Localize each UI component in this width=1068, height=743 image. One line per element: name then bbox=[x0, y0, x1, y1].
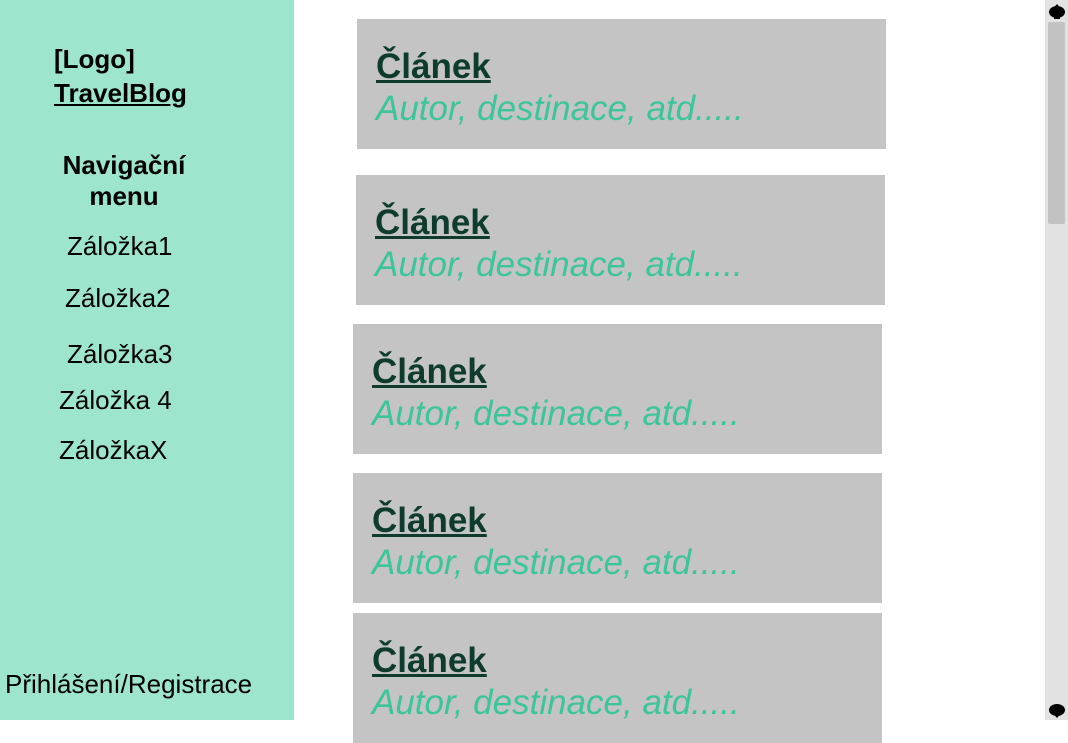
article-meta: Autor, destinace, atd..... bbox=[372, 543, 740, 582]
article-meta: Autor, destinace, atd..... bbox=[372, 683, 740, 722]
article-card[interactable]: Článek Autor, destinace, atd..... bbox=[353, 613, 882, 743]
article-card[interactable]: Článek Autor, destinace, atd..... bbox=[357, 19, 886, 149]
article-title-link[interactable]: Článek bbox=[376, 46, 491, 88]
sidebar: [Logo] TravelBlog Navigační menu Záložka… bbox=[0, 0, 294, 720]
article-title-link[interactable]: Článek bbox=[372, 500, 487, 542]
scrollbar-thumb[interactable] bbox=[1048, 22, 1065, 224]
nav-item-x[interactable]: ZáložkaX bbox=[59, 435, 167, 465]
nav-item-4[interactable]: Záložka 4 bbox=[59, 385, 172, 415]
scroll-down-arrow-icon[interactable] bbox=[1045, 700, 1068, 722]
article-title-link[interactable]: Článek bbox=[372, 351, 487, 393]
nav-item-3[interactable]: Záložka3 bbox=[67, 339, 173, 369]
logo-placeholder: [Logo] bbox=[54, 44, 135, 74]
article-card[interactable]: Článek Autor, destinace, atd..... bbox=[353, 473, 882, 603]
nav-item-1[interactable]: Záložka1 bbox=[67, 231, 173, 261]
article-meta: Autor, destinace, atd..... bbox=[372, 394, 740, 433]
article-card[interactable]: Článek Autor, destinace, atd..... bbox=[356, 175, 885, 305]
article-meta: Autor, destinace, atd..... bbox=[376, 89, 744, 128]
nav-item-2[interactable]: Záložka2 bbox=[65, 283, 171, 313]
article-title-link[interactable]: Článek bbox=[372, 640, 487, 682]
nav-menu-title: Navigační menu bbox=[62, 150, 186, 211]
logo: [Logo] TravelBlog bbox=[54, 42, 187, 110]
brand-link[interactable]: TravelBlog bbox=[54, 76, 187, 110]
article-meta: Autor, destinace, atd..... bbox=[375, 245, 743, 284]
login-register-link[interactable]: Přihlášení/Registrace bbox=[5, 668, 252, 700]
article-card[interactable]: Článek Autor, destinace, atd..... bbox=[353, 324, 882, 454]
vertical-scrollbar[interactable] bbox=[1045, 0, 1068, 720]
article-title-link[interactable]: Článek bbox=[375, 202, 490, 244]
scroll-up-arrow-icon[interactable] bbox=[1045, 0, 1068, 22]
